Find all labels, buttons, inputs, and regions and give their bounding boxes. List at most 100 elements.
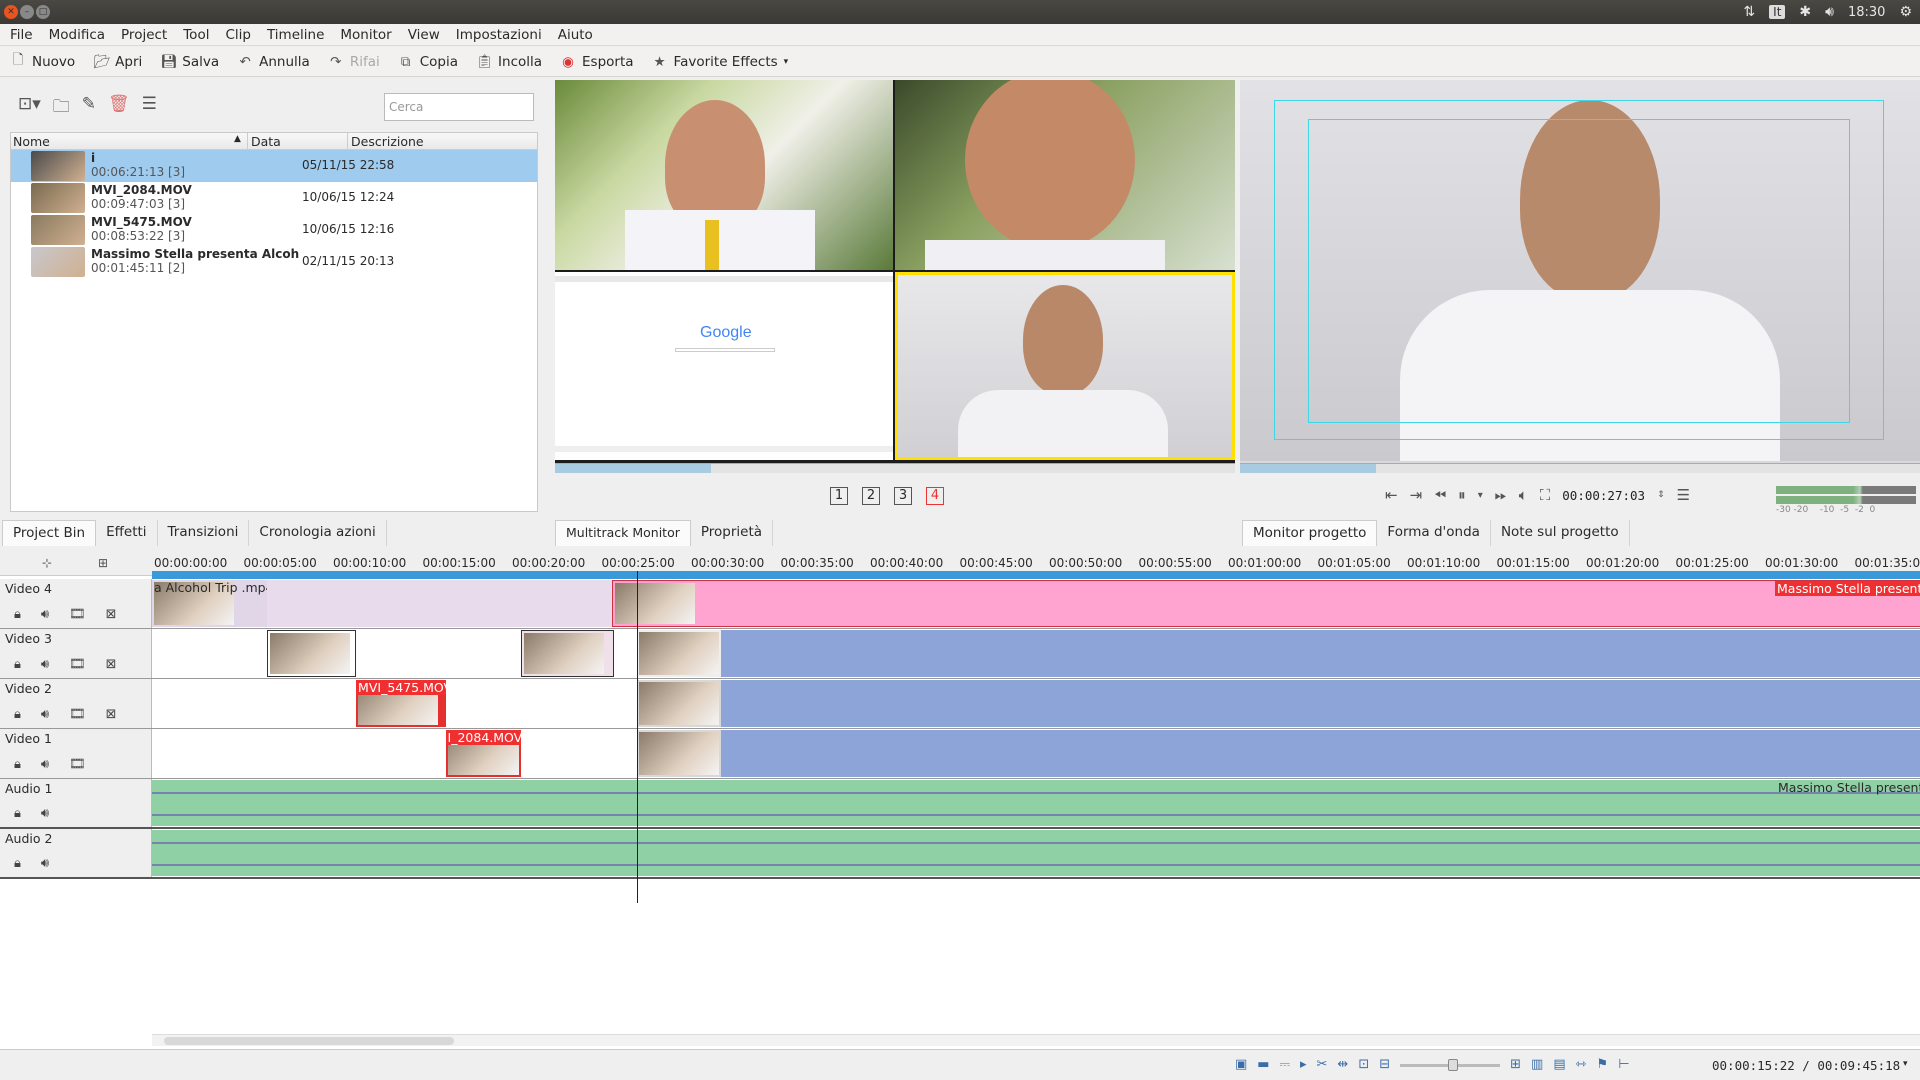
timeline-horizontal-scrollbar[interactable] <box>152 1034 1920 1046</box>
export-button[interactable]: ◉ Esporta <box>560 54 633 70</box>
fit-zoom-icon[interactable]: ⊡ <box>1358 1057 1369 1072</box>
undo-button[interactable]: ↶ Annulla <box>237 54 309 70</box>
timecode-spinner-icon[interactable]: ⇕ <box>1657 490 1665 500</box>
edit-clip-icon[interactable]: ✎ <box>82 94 96 123</box>
timeline-clip[interactable]: Massimo Stella presenta <box>612 580 1920 627</box>
bin-menu-icon[interactable]: ☰ <box>142 94 157 123</box>
lock-icon[interactable]: 🔒︎ <box>14 707 21 722</box>
keyboard-layout-indicator[interactable]: It <box>1769 5 1786 19</box>
composite-icon[interactable]: ⊠ <box>106 607 117 622</box>
timeline-playhead[interactable] <box>637 571 639 903</box>
save-button[interactable]: 💾︎ Salva <box>160 54 219 70</box>
zoom-out-icon[interactable]: ⊟ <box>1379 1057 1390 1072</box>
multitrack-ruler[interactable] <box>555 463 1235 473</box>
menu-timeline[interactable]: Timeline <box>267 27 324 43</box>
track-audio-2[interactable]: Audio 2 🔒︎ 🔊︎ <box>0 829 1920 879</box>
bin-row[interactable]: i 00:06:21:13 [3] 05/11/15 22:58 <box>11 150 537 182</box>
track-button-4[interactable]: 4 <box>926 487 944 505</box>
tab-forma-donda[interactable]: Forma d'onda <box>1377 520 1491 546</box>
bluetooth-icon[interactable]: ✱ <box>1799 4 1811 20</box>
timeline-clip[interactable] <box>266 580 613 627</box>
track-video-1[interactable]: Video 1 🔒︎ 🔊︎ 🎞︎ I_2084.MOV <box>0 729 1920 779</box>
track-video-4[interactable]: Video 4 🔒︎ 🔊︎ 🎞︎ ⊠ a Alcohol Trip .mp4 Massimo… <box>0 579 1920 629</box>
timeline-clip[interactable] <box>637 680 722 727</box>
composite-icon[interactable]: ⊠ <box>106 707 117 722</box>
track-button-1[interactable]: 1 <box>830 487 848 505</box>
timeline-clip[interactable]: a Alcohol Trip .mp4 <box>152 580 267 627</box>
copy-button[interactable]: ⧉ Copia <box>398 54 458 70</box>
open-button[interactable]: 📂︎ Apri <box>93 54 142 70</box>
hide-track-icon[interactable]: 🎞︎ <box>69 607 86 622</box>
maximize-window-icon[interactable]: □ <box>36 5 50 19</box>
hide-track-icon[interactable]: 🎞︎ <box>69 757 86 772</box>
column-header-date[interactable]: Data <box>251 134 281 149</box>
project-timecode[interactable]: 00:00:27:03 <box>1562 488 1645 503</box>
timeline-clip[interactable]: MVI_5475.MOV <box>356 680 446 727</box>
zoom-in-icon[interactable]: ⊞ <box>1510 1057 1521 1072</box>
rewind-icon[interactable]: ⏪︎ <box>1434 486 1446 504</box>
timeline-clip[interactable] <box>637 730 722 777</box>
tab-cronologia-azioni[interactable]: Cronologia azioni <box>249 520 387 546</box>
mute-icon[interactable]: 🔊︎ <box>41 657 49 672</box>
spacer-tool-icon[interactable]: ⇹ <box>1337 1057 1348 1072</box>
menu-clip[interactable]: Clip <box>225 27 251 43</box>
menu-file[interactable]: File <box>10 27 33 43</box>
marker-flag-icon[interactable]: ⚑ <box>1597 1057 1609 1072</box>
tab-effetti[interactable]: Effetti <box>96 520 158 546</box>
timeline-ruler[interactable]: 00:00:00:00 00:00:05:00 00:00:10:00 00:00:1… <box>152 553 1920 579</box>
menu-tool[interactable]: Tool <box>183 27 209 43</box>
track-audio-1[interactable]: Audio 1 🔒︎ 🔊︎ Massimo Stella presenta <box>0 779 1920 829</box>
zoom-slider[interactable] <box>1400 1059 1501 1071</box>
mute-icon[interactable]: 🔊︎ <box>41 856 49 871</box>
menu-modifica[interactable]: Modifica <box>49 27 105 43</box>
timeline-clip[interactable] <box>520 630 614 677</box>
tab-note-sul-progetto[interactable]: Note sul progetto <box>1491 520 1630 546</box>
razor-tool-icon[interactable]: ✂ <box>1317 1057 1328 1072</box>
track-video-2[interactable]: Video 2 🔒︎ 🔊︎ 🎞︎ ⊠ MVI_5475.MOV <box>0 679 1920 729</box>
timeline-clip[interactable] <box>721 730 1920 777</box>
hide-track-icon[interactable]: 🎞︎ <box>69 657 86 672</box>
settings-gear-icon[interactable]: ⚙ <box>1899 4 1912 20</box>
composite-icon[interactable]: ⊠ <box>106 657 117 672</box>
ripple-mode-icon[interactable]: ⊢ <box>1618 1057 1629 1072</box>
favorite-effects-button[interactable]: ★ Favorite Effects ▾ <box>652 54 788 70</box>
multitrack-monitor[interactable]: Google <box>555 80 1235 473</box>
timeline-clip[interactable] <box>152 830 1920 876</box>
go-to-end-icon[interactable]: ⇥ <box>1410 486 1423 504</box>
play-options-chevron-icon[interactable]: ▾ <box>1478 490 1483 501</box>
tab-project-bin[interactable]: Project Bin <box>2 520 97 546</box>
timeline-clip[interactable] <box>721 630 1920 677</box>
insert-mode-icon[interactable]: ⇿ <box>1576 1057 1587 1072</box>
column-header-name[interactable]: Nome <box>13 134 50 149</box>
mute-icon[interactable]: 🔊︎ <box>41 707 49 722</box>
clock[interactable]: 18:30 <box>1848 5 1885 20</box>
tab-transizioni[interactable]: Transizioni <box>158 520 250 546</box>
add-folder-icon[interactable]: 🗀 <box>53 94 70 123</box>
timeline-clip[interactable] <box>721 680 1920 727</box>
menu-aiuto[interactable]: Aiuto <box>558 27 593 43</box>
menu-view[interactable]: View <box>408 27 440 43</box>
redo-button[interactable]: ↷ Rifai <box>328 54 380 70</box>
menu-monitor[interactable]: Monitor <box>340 27 391 43</box>
lock-icon[interactable]: 🔒︎ <box>14 806 21 821</box>
overwrite-mode-icon[interactable]: ▤ <box>1553 1057 1565 1072</box>
track-button-3[interactable]: 3 <box>894 487 912 505</box>
hide-track-icon[interactable]: 🎞︎ <box>69 707 86 722</box>
timeline-clip[interactable] <box>266 630 357 677</box>
tab-proprieta[interactable]: Proprietà <box>691 520 774 546</box>
mute-icon[interactable]: 🔊︎ <box>41 806 49 821</box>
track-video-3[interactable]: Video 3 🔒︎ 🔊︎ 🎞︎ ⊠ <box>0 629 1920 679</box>
zoom-fit-icon[interactable]: ⊹ <box>42 556 52 570</box>
monitor-volume-icon[interactable]: 🔈︎ <box>1519 486 1528 504</box>
bin-row[interactable]: MVI_5475.MOV 00:08:53:22 [3] 10/06/15 12:1… <box>11 214 537 246</box>
audio-thumbs-icon[interactable]: ▬ <box>1257 1057 1269 1072</box>
lock-icon[interactable]: 🔒︎ <box>14 657 21 672</box>
bin-row[interactable]: MVI_2084.MOV 00:09:47:03 [3] 10/06/15 12:2… <box>11 182 537 214</box>
timecode-dropdown-icon[interactable]: ▾ <box>1903 1059 1908 1069</box>
track-button-2[interactable]: 2 <box>862 487 880 505</box>
tab-multitrack-monitor[interactable]: Multitrack Monitor <box>555 520 691 546</box>
go-to-start-icon[interactable]: ⇤ <box>1385 486 1398 504</box>
project-monitor-ruler[interactable] <box>1240 463 1920 473</box>
lock-icon[interactable]: 🔒︎ <box>14 607 21 622</box>
monitor-menu-icon[interactable]: ☰ <box>1677 486 1690 504</box>
